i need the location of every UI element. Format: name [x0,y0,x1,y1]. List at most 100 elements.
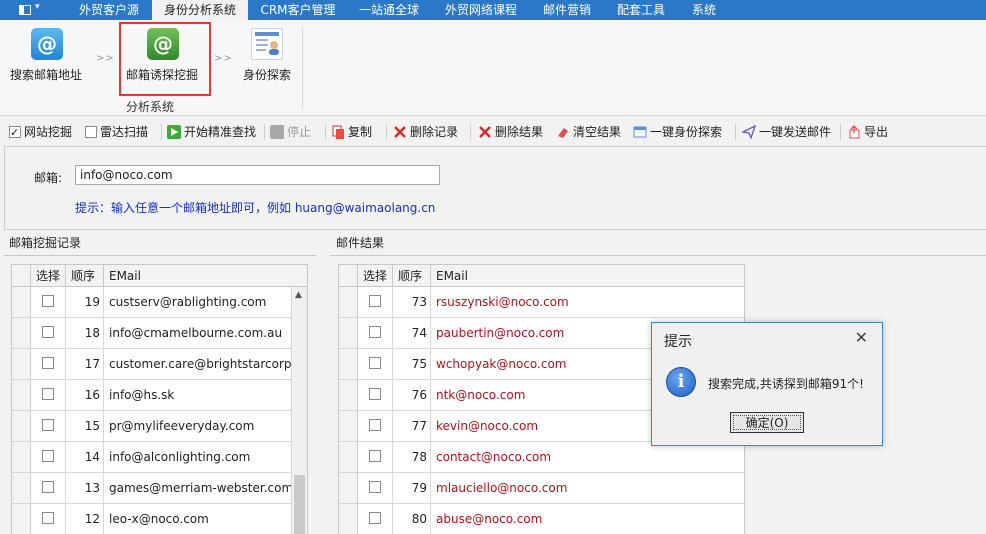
delete-results-label: 删除结果 [495,125,544,139]
table-row[interactable]: 16 info@hs.sk [12,380,292,411]
row-email: pr@mylifeeveryday.com [104,411,292,442]
checkbox-icon[interactable] [42,450,54,462]
one-click-identity-button[interactable]: 一键身份探索 [633,123,722,141]
row-select-cell[interactable] [358,287,393,318]
start-search-button[interactable]: 开始精准查找 [167,123,256,141]
row-order: 74 [393,318,431,349]
copy-button[interactable]: 复制 [331,123,372,141]
radar-scan-label: 雷达扫描 [100,125,149,139]
table-row[interactable]: 15 pr@mylifeeveryday.com [12,411,292,442]
one-click-send-button[interactable]: 一键发送邮件 [740,123,832,141]
menu-item-system[interactable]: 系统 [682,0,726,20]
chevron-down-icon: ▾ [35,2,40,12]
one-click-send-label: 一键发送邮件 [759,125,832,139]
scrollbar[interactable]: ▲ [291,287,307,534]
checkbox-icon[interactable] [369,295,381,307]
ok-button[interactable]: 确定(O) [730,412,804,433]
menu-item-crm[interactable]: CRM客户管理 [252,0,344,20]
table-row[interactable]: 13 games@merriam-webster.com [12,473,292,504]
menu-item-global[interactable]: 一站通全球 [350,0,428,20]
row-select-cell[interactable] [31,349,66,380]
checkbox-icon[interactable] [369,481,381,493]
table-row[interactable]: 18 info@cmamelbourne.com.au [12,318,292,349]
table-row[interactable]: 19 custserv@rablighting.com [12,287,292,318]
app-menu-button[interactable]: ▾ [0,0,62,20]
mining-records-grid: 选择 顺序 EMail ▲ 19 custserv@rablighting.com… [11,264,308,534]
column-header-select[interactable]: 选择 [358,265,393,287]
column-header-email[interactable]: EMail [104,265,307,287]
checkbox-icon[interactable] [42,295,54,307]
table-row[interactable]: 12 leo-x@noco.com [12,504,292,534]
table-row[interactable]: 78 contact@noco.com [339,442,744,473]
grid-header: 选择 顺序 EMail [12,265,307,287]
row-order: 17 [66,349,104,380]
row-email: rsuszynski@noco.com [431,287,744,318]
row-email: info@alconlighting.com [104,442,292,473]
export-button[interactable]: 导出 [847,123,888,141]
row-select-cell[interactable] [358,411,393,442]
menu-item-courses[interactable]: 外贸网络课程 [436,0,526,20]
row-select-cell[interactable] [31,287,66,318]
toolbar-separator [386,124,387,140]
row-order: 79 [393,473,431,504]
table-row[interactable]: 73 rsuszynski@noco.com [339,287,744,318]
table-row[interactable]: 79 mlauciello@noco.com [339,473,744,504]
table-row[interactable]: 80 abuse@noco.com [339,504,744,534]
row-select-cell[interactable] [31,380,66,411]
app-menu-icon [19,5,31,15]
column-header-order[interactable]: 顺序 [66,265,104,287]
toolbar-separator [840,124,841,140]
search-email-button[interactable]: @ 搜索邮箱地址 [6,24,88,84]
delete-results-button[interactable]: 删除结果 [478,123,543,141]
row-select-cell[interactable] [31,318,66,349]
row-order: 13 [66,473,104,504]
table-row[interactable]: 14 info@alconlighting.com [12,442,292,473]
row-select-cell[interactable] [358,380,393,411]
delete-x-icon [478,125,492,139]
row-select-cell[interactable] [31,504,66,534]
menu-item-email-marketing[interactable]: 邮件营销 [534,0,600,20]
checkbox-icon[interactable] [369,419,381,431]
table-row[interactable]: 17 customer.care@brightstarcorp.in [12,349,292,380]
close-icon[interactable]: ✕ [855,328,868,347]
delete-records-button[interactable]: 删除记录 [393,123,458,141]
row-select-cell[interactable] [31,473,66,504]
stop-icon [270,125,284,139]
id-card-icon [633,125,647,139]
row-select-cell[interactable] [358,318,393,349]
checkbox-icon[interactable] [42,388,54,400]
email-input[interactable] [75,165,440,185]
column-header-select[interactable]: 选择 [31,265,66,287]
menu-item-identity-analysis[interactable]: 身份分析系统 [152,0,248,20]
checkbox-icon[interactable] [42,326,54,338]
arrow-separator: >> [214,53,233,64]
column-header-order[interactable]: 顺序 [393,265,431,287]
stop-button[interactable]: 停止 [270,123,311,141]
site-mining-checkbox[interactable]: 网站挖掘 [9,123,72,142]
checkbox-icon[interactable] [369,326,381,338]
scroll-up-icon[interactable]: ▲ [295,290,302,300]
checkbox-icon[interactable] [42,512,54,524]
checkbox-icon[interactable] [369,388,381,400]
checkbox-icon[interactable] [42,481,54,493]
checkbox-icon[interactable] [369,450,381,462]
menu-item-tools[interactable]: 配套工具 [608,0,674,20]
clear-results-button[interactable]: 清空结果 [556,123,621,141]
scroll-thumb[interactable] [294,475,305,534]
radar-scan-checkbox[interactable]: 雷达扫描 [85,123,148,141]
column-header-email[interactable]: EMail [431,265,744,287]
row-select-cell[interactable] [358,473,393,504]
checkbox-icon[interactable] [369,357,381,369]
row-select-cell[interactable] [31,411,66,442]
menu-item-customer-source[interactable]: 外贸客户源 [66,0,152,20]
row-select-cell[interactable] [358,349,393,380]
checkbox-icon[interactable] [42,419,54,431]
checkbox-icon[interactable] [42,357,54,369]
checkbox-icon[interactable] [369,512,381,524]
row-order: 16 [66,380,104,411]
row-select-cell[interactable] [358,504,393,534]
identity-explore-button[interactable]: 身份探索 [240,24,296,84]
search-panel: 邮箱: 提示：输入任意一个邮箱地址即可，例如 huang@waimaolang.… [4,146,986,230]
row-select-cell[interactable] [31,442,66,473]
row-select-cell[interactable] [358,442,393,473]
